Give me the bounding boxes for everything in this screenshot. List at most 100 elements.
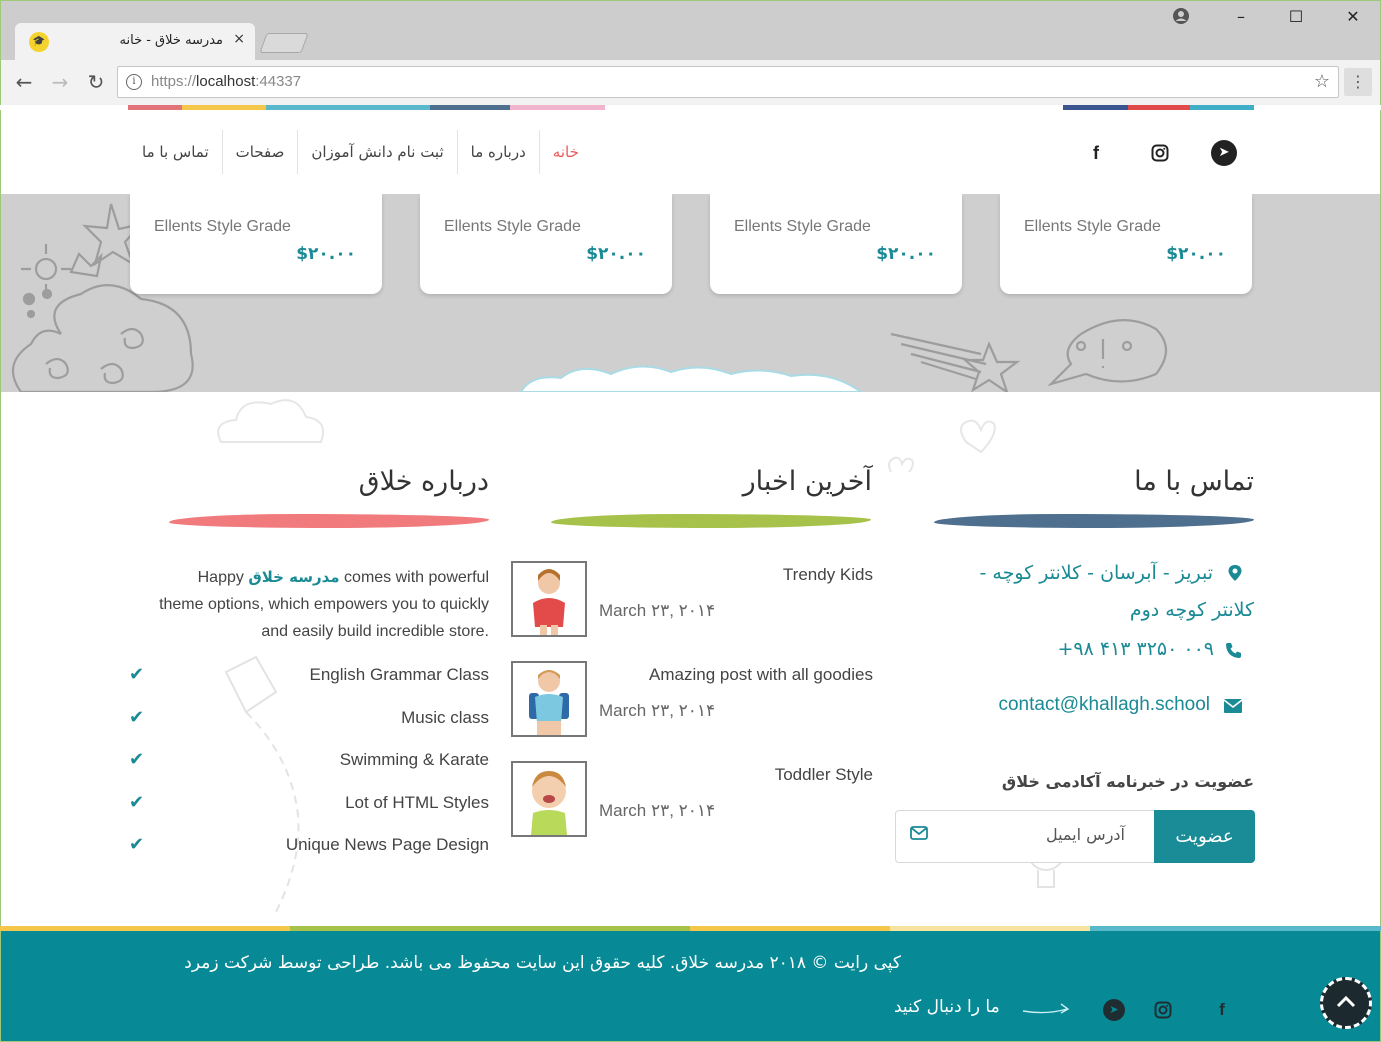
location-pin-icon — [1227, 564, 1243, 587]
kite-doodle-icon — [224, 655, 300, 913]
news-post[interactable]: Toddler Style March ۲۳, ۲۰۱۴ — [511, 761, 873, 837]
post-title[interactable]: Toddler Style — [775, 765, 873, 785]
news-post[interactable]: Amazing post with all goodies March ۲۳, … — [511, 661, 873, 737]
nav-about[interactable]: درباره ما — [456, 130, 539, 174]
product-price: $۲۰.۰۰ — [1166, 244, 1226, 264]
brand-name: مدرسه خلاق — [248, 568, 340, 586]
heart-doodle-icon — [888, 419, 996, 472]
product-card[interactable]: Ellents Style Grade $۲۰.۰۰ — [1000, 194, 1252, 294]
email-address[interactable]: contact@khallagh.school — [901, 694, 1210, 716]
site-info-icon[interactable]: i — [126, 74, 142, 90]
contact-title: تماس با ما — [1134, 466, 1254, 497]
nav-contact[interactable]: تماس با ما — [129, 130, 222, 174]
checkmark-icon: ✔ — [129, 792, 145, 813]
phone-number[interactable]: +۹۸ ۴۱۳ ۳۲۵۰ ۰۰۹ — [901, 638, 1215, 660]
post-date: March ۲۳, ۲۰۱۴ — [599, 701, 716, 720]
post-date: March ۲۳, ۲۰۱۴ — [599, 601, 716, 620]
post-thumbnail[interactable] — [511, 661, 587, 737]
product-name: Ellents Style Grade — [154, 218, 291, 235]
post-title[interactable]: Amazing post with all goodies — [649, 665, 873, 685]
news-title-underline — [551, 514, 871, 528]
close-window-button[interactable]: ✕ — [1338, 7, 1368, 26]
email-placeholder: آدرس ایمیل — [1045, 825, 1125, 844]
browser-menu-icon[interactable]: ⋮ — [1344, 68, 1372, 96]
site-footer: کپی رایت © ۲۰۱۸ مدرسه خلاق. کلیه حقوق ای… — [0, 931, 1381, 1042]
checkmark-icon: ✔ — [129, 834, 145, 855]
product-name: Ellents Style Grade — [734, 218, 871, 235]
copyright-text: کپی رایت © ۲۰۱۸ مدرسه خلاق. کلیه حقوق ای… — [184, 953, 901, 973]
browser-tab[interactable]: 🎓 مدرسه خلاق - خانه × — [15, 23, 255, 61]
checkmark-icon: ✔ — [129, 707, 145, 728]
feature-label: Lot of HTML Styles — [345, 793, 489, 812]
about-title: درباره خلاق — [358, 466, 489, 497]
feature-item: ✔ Unique News Page Design — [129, 832, 489, 862]
product-card[interactable]: Ellents Style Grade $۲۰.۰۰ — [710, 194, 962, 294]
back-arrow-icon[interactable]: ← — [11, 70, 37, 94]
post-thumbnail[interactable] — [511, 561, 587, 637]
feature-label: Swimming & Karate — [339, 750, 489, 769]
site-header: خانه درباره ما ثبت نام دانش آموزان صفحات… — [0, 110, 1381, 194]
checkmark-icon: ✔ — [129, 664, 145, 685]
forward-arrow-icon[interactable]: → — [47, 70, 73, 94]
reload-icon[interactable]: ↻ — [83, 70, 109, 94]
cloud-divider — [519, 365, 863, 392]
product-name: Ellents Style Grade — [444, 218, 581, 235]
tab-close-button[interactable]: × — [233, 31, 245, 47]
envelope-icon — [1223, 698, 1243, 719]
subscribe-button[interactable]: عضویت — [1154, 810, 1255, 863]
newsletter-title: عضویت در خبرنامه آکادمی خلاق — [1001, 772, 1254, 791]
feature-item: ✔ English Grammar Class — [129, 662, 489, 692]
cloud-doodle-icon — [217, 399, 325, 443]
feature-label: English Grammar Class — [309, 665, 490, 684]
arrow-right-icon — [1022, 1003, 1070, 1014]
nav-pages[interactable]: صفحات — [221, 130, 298, 174]
feature-label: Music class — [401, 708, 489, 727]
news-title: آخرین اخبار — [742, 466, 872, 497]
address-bar[interactable]: i https://localhost:44337 ☆ — [117, 66, 1339, 98]
tab-title: مدرسه خلاق - خانه — [119, 33, 223, 48]
about-description: Happy مدرسه خلاق comes with powerful the… — [159, 568, 489, 640]
about-title-underline — [169, 514, 489, 528]
instagram-icon[interactable] — [1152, 999, 1174, 1021]
product-price: $۲۰.۰۰ — [586, 244, 646, 264]
product-card[interactable]: Ellents Style Grade $۲۰.۰۰ — [420, 194, 672, 294]
bookmark-star-icon[interactable]: ☆ — [1314, 71, 1330, 92]
main-nav: خانه درباره ما ثبت نام دانش آموزان صفحات… — [129, 130, 592, 174]
nav-student-registration[interactable]: ثبت نام دانش آموزان — [297, 130, 456, 174]
profile-icon[interactable] — [1166, 7, 1196, 29]
telegram-icon[interactable]: ➤ — [1211, 140, 1237, 166]
footer-widgets-section: تماس با ما تبریز - آبرسان - کلانتر کوچه … — [0, 392, 1381, 926]
instagram-icon[interactable] — [1147, 140, 1173, 166]
address-line-1: تبریز - آبرسان - کلانتر کوچه - — [979, 562, 1213, 584]
product-price: $۲۰.۰۰ — [876, 244, 936, 264]
product-price: $۲۰.۰۰ — [296, 244, 356, 264]
school-favicon-icon: 🎓 — [29, 32, 49, 52]
news-post[interactable]: Trendy Kids March ۲۳, ۲۰۱۴ — [511, 561, 873, 637]
new-tab-button[interactable] — [259, 33, 309, 53]
browser-toolbar: ← → ↻ i https://localhost:44337 ☆ ⋮ — [0, 60, 1381, 105]
checkmark-icon: ✔ — [129, 749, 145, 770]
telegram-icon[interactable]: ➤ — [1103, 999, 1125, 1021]
facebook-icon[interactable]: f — [1211, 999, 1233, 1021]
maximize-button[interactable]: ☐ — [1281, 7, 1311, 26]
feature-item: ✔ Swimming & Karate — [129, 747, 489, 777]
scroll-to-top-button[interactable] — [1320, 977, 1372, 1029]
post-date: March ۲۳, ۲۰۱۴ — [599, 801, 716, 820]
facebook-icon[interactable]: f — [1083, 140, 1109, 166]
browser-titlebar: 🎓 مدرسه خلاق - خانه × – ☐ ✕ — [0, 0, 1381, 61]
post-title[interactable]: Trendy Kids — [783, 565, 873, 585]
follow-us-label: ما را دنبال کنید — [894, 997, 1000, 1017]
feature-label: Unique News Page Design — [285, 835, 489, 854]
nav-home[interactable]: خانه — [538, 130, 592, 174]
product-card[interactable]: Ellents Style Grade $۲۰.۰۰ — [130, 194, 382, 294]
featured-products-band: Ellents Style Grade $۲۰.۰۰ Ellents Style… — [0, 194, 1381, 392]
newsletter-email-input[interactable]: آدرس ایمیل — [895, 810, 1155, 863]
post-thumbnail[interactable] — [511, 761, 587, 837]
url-text[interactable]: https://localhost:44337 — [151, 73, 301, 90]
contact-title-underline — [934, 514, 1254, 528]
feature-item: ✔ Lot of HTML Styles — [129, 790, 489, 820]
minimize-button[interactable]: – — [1226, 7, 1256, 26]
phone-icon — [1225, 642, 1242, 664]
feature-item: ✔ Music class — [129, 705, 489, 735]
address-line-2: کلانتر کوچه دوم — [1129, 599, 1254, 621]
